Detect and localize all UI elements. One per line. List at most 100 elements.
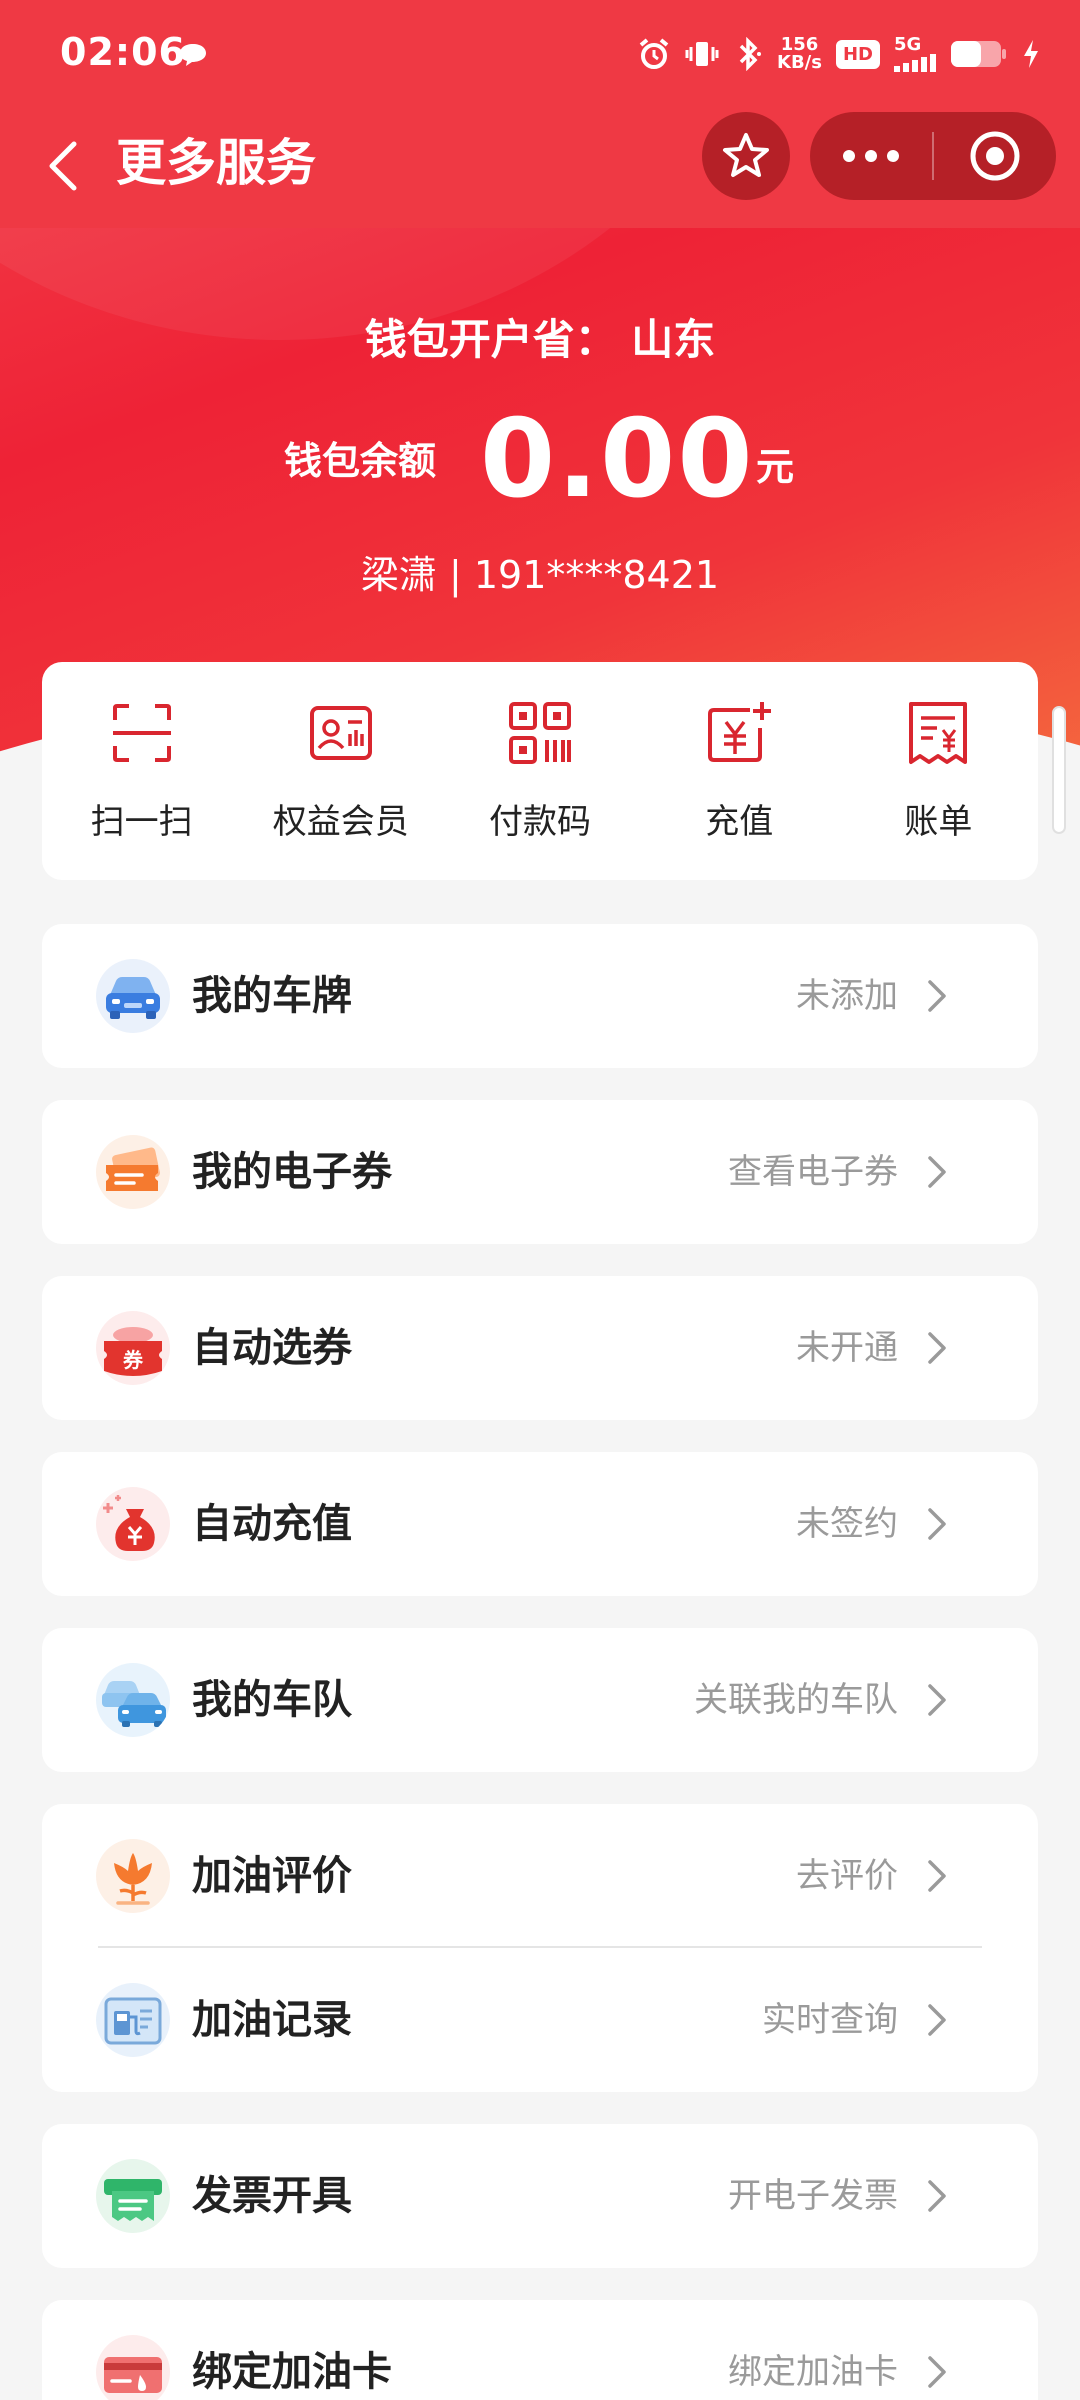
net-speed-unit: KB/s <box>777 52 822 73</box>
service-card: 我的车牌 未添加 <box>42 924 1038 1068</box>
service-title: 我的电子券 <box>192 1149 392 1195</box>
scan-icon <box>107 698 177 768</box>
chevron-right-icon <box>916 1504 956 1544</box>
chevron-right-icon <box>916 1328 956 1368</box>
wallet-province: 钱包开户省： 山东 <box>364 315 716 364</box>
coupon-icon: 券 <box>96 1311 170 1385</box>
battery-icon <box>950 39 1008 69</box>
chevron-right-icon <box>916 1856 956 1896</box>
service-value: 开电子发票 <box>728 2176 898 2216</box>
balance-value: 0.00 <box>480 397 755 522</box>
action-label: 付款码 <box>489 802 591 842</box>
action-recharge[interactable]: 充值 <box>640 662 839 880</box>
action-label: 权益会员 <box>272 802 409 842</box>
service-value: 未签约 <box>796 1504 898 1544</box>
action-member[interactable]: 权益会员 <box>241 662 440 880</box>
service-row-review[interactable]: 加油评价 去评价 <box>42 1804 1038 1948</box>
action-pay-code[interactable]: 付款码 <box>440 662 639 880</box>
service-row-plate[interactable]: 我的车牌 未添加 <box>42 924 1038 1068</box>
chevron-right-icon <box>916 1680 956 1720</box>
favorite-button[interactable] <box>702 112 790 200</box>
service-card: 自动充值 未签约 <box>42 1452 1038 1596</box>
service-row-fuel-record[interactable]: 加油记录 实时查询 <box>42 1948 1038 2092</box>
signal-bars-icon <box>894 54 936 72</box>
chevron-right-icon <box>916 1152 956 1192</box>
service-card-double: 加油评价 去评价 加油记录 实时查询 <box>42 1804 1038 2092</box>
service-title: 发票开具 <box>192 2173 352 2219</box>
page: 02:06 156 KB/s HD 5G 更多服务 钱包开户省： 山东 钱包余额… <box>0 0 1080 2400</box>
service-value: 关联我的车队 <box>694 1680 898 1720</box>
member-card-icon <box>306 698 376 768</box>
invoice-icon <box>96 2159 170 2233</box>
service-value: 未添加 <box>796 976 898 1016</box>
chevron-right-icon <box>916 2352 956 2392</box>
bluetooth-icon <box>733 37 763 71</box>
service-card: 绑定加油卡 绑定加油卡 <box>42 2300 1038 2400</box>
service-card: 券 自动选券 未开通 <box>42 1276 1038 1420</box>
status-time: 02:06 <box>60 30 186 74</box>
service-title: 加油记录 <box>192 1997 352 2043</box>
action-label: 账单 <box>904 802 973 842</box>
chevron-left-icon <box>49 141 77 191</box>
vibrate-icon <box>685 37 719 71</box>
action-bill[interactable]: 账单 <box>839 662 1038 880</box>
back-button[interactable] <box>34 130 104 200</box>
service-title: 加油评价 <box>192 1853 352 1899</box>
more-button[interactable] <box>810 112 932 200</box>
bill-icon <box>903 698 973 768</box>
service-row-e-coupon[interactable]: 我的电子券 查看电子券 <box>42 1100 1038 1244</box>
close-mini-program-button[interactable] <box>934 112 1056 200</box>
net-speed: 156 KB/s <box>777 36 822 72</box>
recharge-icon <box>704 698 774 768</box>
service-card: 发票开具 开电子发票 <box>42 2124 1038 2268</box>
service-value: 未开通 <box>796 1328 898 1368</box>
service-value: 实时查询 <box>762 2000 898 2040</box>
mini-program-capsule <box>810 112 1056 200</box>
target-circle-icon <box>970 131 1020 181</box>
service-row-auto-recharge[interactable]: 自动充值 未签约 <box>42 1452 1038 1596</box>
chevron-right-icon <box>916 2000 956 2040</box>
money-bag-icon <box>96 1487 170 1561</box>
qr-code-icon <box>505 698 575 768</box>
status-bar: 02:06 156 KB/s HD 5G <box>0 0 1080 106</box>
service-card: 我的车队 关联我的车队 <box>42 1628 1038 1772</box>
action-scan[interactable]: 扫一扫 <box>42 662 241 880</box>
quick-actions-card: 扫一扫 权益会员 付款码 充值 账单 <box>42 662 1038 880</box>
alarm-icon <box>637 37 671 71</box>
service-title: 我的车牌 <box>192 973 352 1019</box>
scrollbar[interactable] <box>1052 706 1066 834</box>
charging-icon <box>1022 39 1040 69</box>
chat-bubble-icon <box>178 42 208 68</box>
service-row-auto-coupon[interactable]: 券 自动选券 未开通 <box>42 1276 1038 1420</box>
service-card: 我的电子券 查看电子券 <box>42 1100 1038 1244</box>
service-value: 查看电子券 <box>728 1152 898 1192</box>
balance-unit: 元 <box>756 445 795 489</box>
service-value: 绑定加油卡 <box>728 2352 898 2392</box>
svg-text:券: 券 <box>122 1348 144 1372</box>
fuel-record-icon <box>96 1983 170 2057</box>
service-title: 我的车队 <box>192 1677 352 1723</box>
wallet-balance: 钱包余额 0.00 元 <box>0 400 1080 520</box>
action-label: 充值 <box>705 802 774 842</box>
page-title: 更多服务 <box>116 134 316 192</box>
nav-bar: 更多服务 <box>0 106 1080 228</box>
chevron-right-icon <box>916 2176 956 2216</box>
fleet-icon <box>96 1663 170 1737</box>
ticket-icon <box>96 1135 170 1209</box>
car-icon <box>96 959 170 1033</box>
action-label: 扫一扫 <box>90 802 193 842</box>
service-row-fuel-card[interactable]: 绑定加油卡 绑定加油卡 <box>42 2300 1038 2400</box>
chevron-right-icon <box>916 976 956 1016</box>
wallet-user: 梁潇 | 191****8421 <box>360 553 720 597</box>
network-type: 5G <box>894 34 922 55</box>
service-row-invoice[interactable]: 发票开具 开电子发票 <box>42 2124 1038 2268</box>
service-value: 去评价 <box>796 1856 898 1896</box>
service-row-fleet[interactable]: 我的车队 关联我的车队 <box>42 1628 1038 1772</box>
service-title: 自动选券 <box>192 1325 352 1371</box>
star-icon <box>723 133 769 177</box>
hd-badge: HD <box>835 39 880 69</box>
service-title: 绑定加油卡 <box>192 2349 392 2395</box>
service-title: 自动充值 <box>192 1501 352 1547</box>
more-dots-icon <box>843 150 899 162</box>
flower-icon <box>96 1839 170 1913</box>
